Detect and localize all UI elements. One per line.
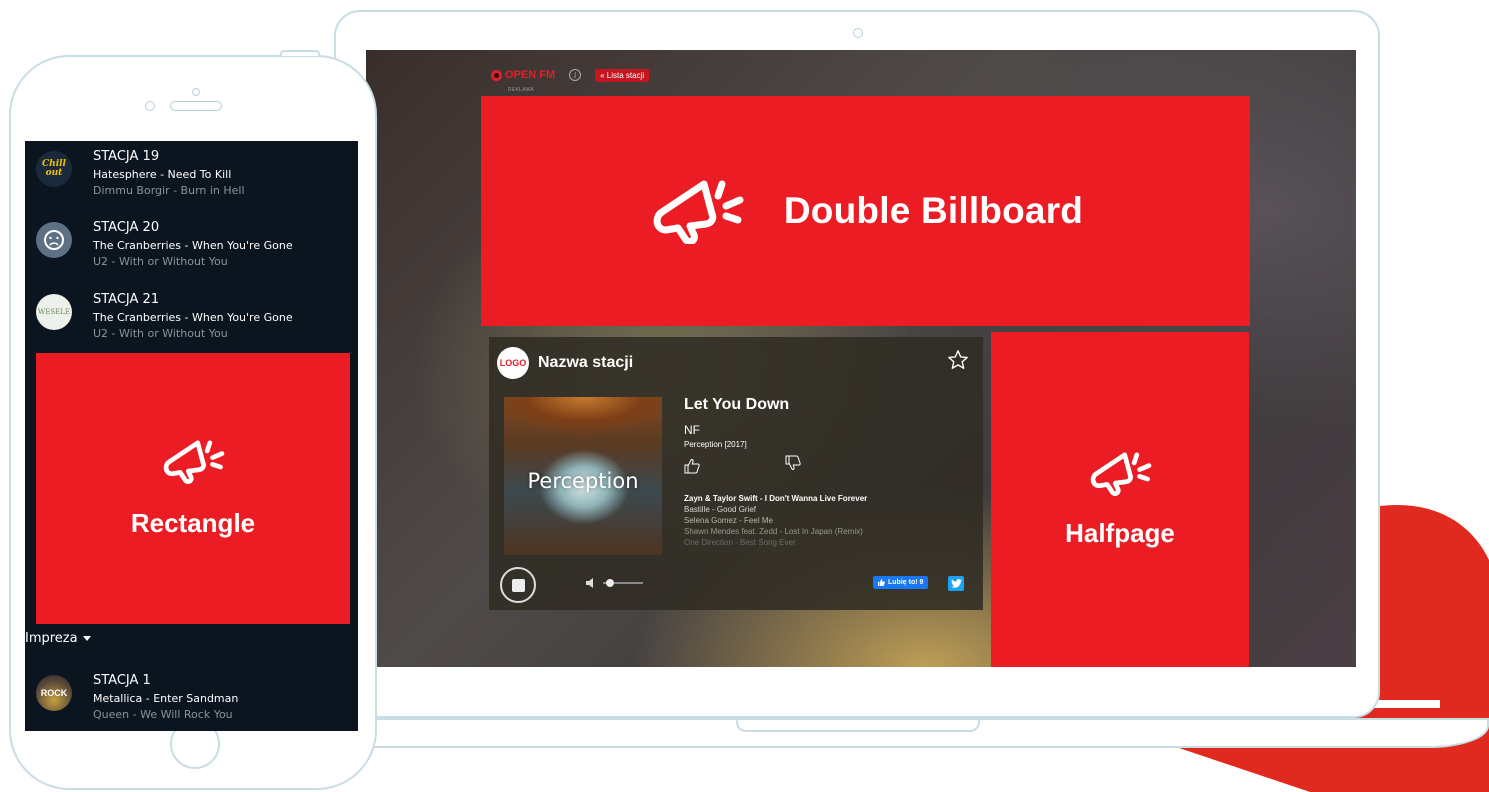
caret-down-icon [82,636,91,641]
halfpage-label: Halfpage [1065,518,1175,548]
megaphone-icon [163,440,225,484]
station-list-button[interactable]: « Lista stacji [595,68,650,82]
megaphone-icon [1090,452,1152,496]
sad-face-icon [44,230,64,250]
station-avatar: ROCK [36,675,72,711]
brand-dot-icon [491,69,502,81]
station-previous-song: U2 - With or Without You [93,327,228,340]
cover-art-detail [504,397,662,447]
brand-name: OPEN FM [505,69,556,81]
station-logo: LOGO [497,347,529,379]
ad-label: REKLAMA [508,87,534,93]
phone-speaker [170,101,222,111]
station-avatar: WESELE [36,294,72,330]
star-icon[interactable] [947,349,969,371]
track-artist: NF [684,423,700,437]
station-previous-song: U2 - With or Without You [93,255,228,268]
top-bar: OPEN FM i « Lista stacji [491,67,650,83]
laptop-screen: OPEN FM i « Lista stacji REKLAMA Double … [366,50,1356,667]
twitter-button[interactable] [948,576,964,591]
station-name: STACJA 1 [93,673,151,688]
info-icon[interactable]: i [569,69,582,81]
station-name: Nazwa stacji [538,354,634,371]
phone-side-button [280,50,320,56]
history-item: Shawn Mendes feat. Zedd - Lost In Japan … [684,527,863,536]
volume-knob[interactable] [606,579,614,587]
player-header: LOGO Nazwa stacji [497,347,633,379]
station-avatar: Chill out [36,151,72,187]
brand-logo[interactable]: OPEN FM [491,69,555,81]
phone-camera [192,88,200,96]
phone-sensor [145,101,155,111]
station-current-song: Metallica - Enter Sandman [93,692,239,705]
rectangle-ad[interactable]: Rectangle [36,353,350,624]
genre-label: Impreza [25,631,78,646]
station-current-song: The Cranberries - When You're Gone [93,239,293,252]
volume-control[interactable] [585,577,643,589]
station-list-item[interactable]: WESELE STACJA 21 The Cranberries - When … [25,288,358,352]
history-item: Selena Gomez - Feel Me [684,516,773,525]
track-title: Let You Down [684,396,790,413]
genre-dropdown[interactable]: Impreza [25,631,91,646]
track-history: Zayn & Taylor Swift - I Don't Wanna Live… [684,493,867,548]
speaker-icon[interactable] [585,577,597,589]
history-item: Bastille - Good Grief [684,505,757,514]
station-list-item[interactable]: STACJA 20 The Cranberries - When You're … [25,216,358,280]
station-avatar [36,222,72,258]
station-name: STACJA 20 [93,220,160,235]
stop-button[interactable] [500,567,536,603]
station-name: STACJA 19 [93,149,160,164]
twitter-bird-icon [950,579,962,588]
facebook-like-button[interactable]: Lubię to! 9 [873,576,929,589]
history-item: Zayn & Taylor Swift - I Don't Wanna Live… [684,494,868,503]
stop-icon [511,578,525,592]
station-list-item[interactable]: ROCK STACJA 1 Metallica - Enter Sandman … [25,669,358,731]
station-previous-song: Queen - We Will Rock You [93,708,233,721]
history-item: One Direction - Best Song Ever [684,538,796,547]
phone-screen: Chill out STACJA 19 Hatesphere - Need To… [25,141,358,731]
track-album: Perception [2017] [684,440,747,449]
megaphone-icon [653,180,744,244]
album-cover: Perception [504,397,662,555]
double-billboard-ad[interactable]: Double Billboard [481,96,1250,326]
station-current-song: The Cranberries - When You're Gone [93,311,293,324]
thumb-up-icon[interactable] [684,458,700,474]
station-list-item[interactable]: Chill out STACJA 19 Hatesphere - Need To… [25,145,358,209]
thumb-up-icon [878,579,885,586]
thumb-down-icon[interactable] [785,455,801,471]
station-current-song: Hatesphere - Need To Kill [93,168,232,181]
facebook-like-label: Lubię to! 9 [888,579,924,586]
laptop-notch [736,720,980,732]
volume-slider[interactable] [603,579,643,587]
radio-player: LOGO Nazwa stacji Perception Let You Dow… [489,337,983,610]
halfpage-ad[interactable]: Halfpage [991,332,1249,667]
laptop-camera [853,28,863,38]
station-name: STACJA 21 [93,292,160,307]
cover-title: Perception [527,469,639,493]
station-previous-song: Dimmu Borgir - Burn in Hell [93,184,245,197]
double-billboard-label: Double Billboard [783,190,1084,231]
rectangle-label: Rectangle [130,508,256,538]
